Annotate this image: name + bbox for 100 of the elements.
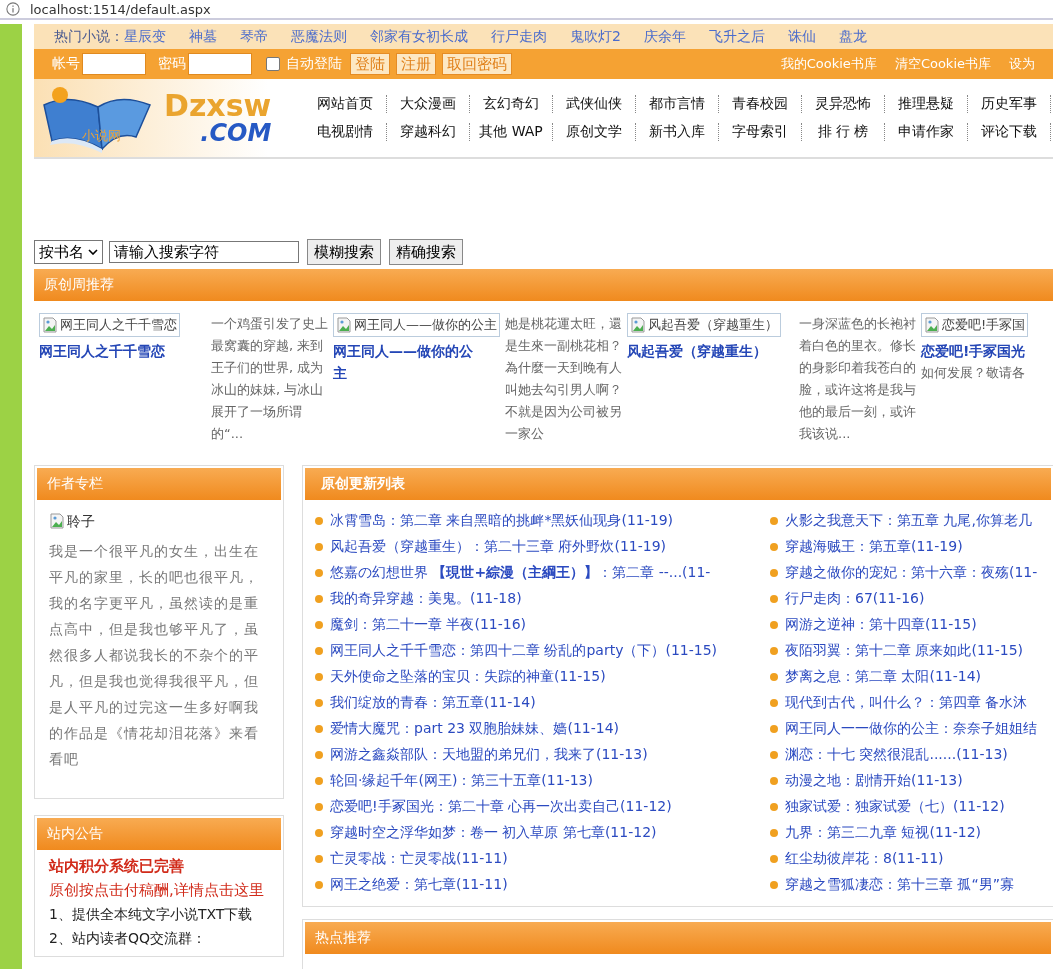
search-mode-select[interactable]: 按书名 (34, 240, 103, 264)
account-field[interactable] (82, 53, 146, 75)
book-cover-placeholder[interactable]: 网王同人之千千雪恋 (39, 313, 180, 337)
update-link[interactable]: 魔剑：第二十一章 半夜(11-16) (330, 616, 527, 634)
section-header: 站内公告 (37, 818, 281, 850)
bullet-icon (770, 647, 778, 655)
book-title-link[interactable]: 风起吾爱（穿越重生） (627, 340, 777, 362)
nav-link[interactable]: 评论下载 (981, 123, 1037, 141)
bullet-icon (315, 543, 323, 551)
book-cover-placeholder[interactable]: 网王同人——做你的公主 (333, 313, 500, 337)
book-title-link[interactable]: 网王同人之千千雪恋 (39, 340, 189, 362)
bullet-icon (315, 621, 323, 629)
section-header: 作者专栏 (37, 468, 281, 500)
search-field[interactable]: 请输入搜索字符 (109, 241, 299, 263)
novel-link[interactable]: 行尸走肉 (491, 27, 547, 46)
section-header: 热点推荐 (305, 922, 1051, 954)
section-header: 原创周推荐 (34, 269, 1053, 301)
novel-link[interactable]: 鬼吹灯2 (570, 27, 621, 46)
update-link[interactable]: 行尸走肉：67(11-16) (785, 590, 925, 608)
nav-link[interactable]: 排 行 榜 (817, 123, 869, 141)
nav-link[interactable]: 网站首页 (317, 95, 373, 113)
update-link[interactable]: 冰霄雪岛：第二章 来自黑暗的挑衅*黑妖仙现身(11-19) (330, 512, 674, 530)
update-link[interactable]: 天外使命之坠落的宝贝：失踪的神童(11-15) (330, 668, 606, 686)
update-link[interactable]: 独家试爱：独家试爱（七）(11-12) (785, 798, 1005, 816)
auto-login-checkbox[interactable] (266, 57, 280, 71)
update-link[interactable]: 我的奇异穿越：美鬼。(11-18) (330, 590, 522, 608)
info-icon[interactable] (6, 2, 20, 16)
novel-link[interactable]: 盘龙 (838, 27, 867, 46)
update-link[interactable]: 我们绽放的青春：第五章(11-14) (330, 694, 536, 712)
book-cover-placeholder[interactable]: 恋爱吧!手冢国 (921, 313, 1029, 337)
update-link[interactable]: 网王同人一一做你的公主：奈奈子姐姐结 (785, 720, 1037, 738)
update-link[interactable]: 网游之鑫焱部队：天地盟的弟兄们，我来了(11-13) (330, 746, 648, 764)
bullet-icon (770, 569, 778, 577)
update-link[interactable]: 渊恋：十七 突然很混乱......(11-13) (785, 746, 1008, 764)
nav-link[interactable]: 都市言情 (649, 95, 705, 113)
nav-link[interactable]: 灵异恐怖 (815, 95, 871, 113)
nav-link[interactable]: 穿越科幻 (400, 123, 456, 141)
bullet-icon (315, 751, 323, 759)
logo-domain[interactable]: .COM (200, 121, 272, 145)
novel-link[interactable]: 诛仙 (787, 27, 816, 46)
bullet-icon (315, 829, 323, 837)
bullet-icon (770, 751, 778, 759)
update-link[interactable]: 轮回·缘起千年(网王)：第三十五章(11-13) (330, 772, 593, 790)
nav-link[interactable]: 武侠仙侠 (566, 95, 622, 113)
nav-link[interactable]: 原创文学 (566, 123, 622, 141)
nav-link[interactable]: 新书入库 (649, 123, 705, 141)
password-field[interactable] (188, 53, 252, 75)
book-cover-placeholder[interactable]: 风起吾爱（穿越重生） (627, 313, 781, 337)
book-title-link[interactable]: 网王同人——做你的公主 (333, 340, 483, 384)
url-text[interactable]: localhost:1514/default.aspx (30, 1, 211, 17)
novel-link[interactable]: 神墓 (189, 27, 217, 46)
author-photo-placeholder[interactable]: 聆子 (49, 508, 95, 534)
update-link[interactable]: 九界：第三二九章 短视(11-12) (785, 824, 982, 842)
nav-link[interactable]: 电视剧情 (317, 123, 373, 141)
update-link[interactable]: 爱情大魔咒：part 23 双胞胎妹妹、嫱(11-14) (330, 720, 620, 738)
update-link[interactable]: 梦离之息：第二章 太阳(11-14) (785, 668, 982, 686)
nav-link[interactable]: 申请作家 (898, 123, 954, 141)
notice-link[interactable]: 原创按点击付稿酬,详情点击这里 (49, 878, 269, 902)
search-button[interactable]: 模糊搜索 (307, 239, 381, 265)
novel-link[interactable]: 飞升之后 (708, 27, 765, 46)
bullet-icon (315, 595, 323, 603)
update-link[interactable]: 穿越之雪狐凄恋：第十三章 孤“男”寡 (785, 876, 1014, 894)
bullet-icon (770, 881, 778, 889)
notice-text: 2、站内读者QQ交流群： (49, 929, 207, 948)
novel-link[interactable]: 庆余年 (643, 27, 686, 46)
bullet-icon (770, 673, 778, 681)
nav-link[interactable]: 青春校园 (732, 95, 788, 113)
update-link[interactable]: 穿越时空之浮华如梦：卷一 初入草原 第七章(11-12) (330, 824, 657, 842)
nav-link[interactable]: 大众漫画 (400, 95, 456, 113)
update-link[interactable]: 网王同人之千千雪恋：第四十二章 纷乱的party（下）(11-15) (330, 642, 718, 660)
update-link[interactable]: 悠嘉の幻想世界 【現世+綜漫（主綱王）】：第二章 --...(11- (330, 564, 711, 582)
update-link[interactable]: 夜陌羽翼：第十二章 原来如此(11-15) (785, 642, 1024, 660)
bullet-icon (315, 881, 323, 889)
novel-link[interactable]: 琴帝 (240, 27, 268, 46)
update-link[interactable]: 现代到古代，叫什么？：第四章 备水沐 (785, 694, 1028, 712)
nav-link[interactable]: 历史军事 (981, 95, 1037, 113)
book-title-link[interactable]: 恋爱吧!手冢国光 (921, 340, 1053, 362)
novel-link[interactable]: 星辰变 (124, 27, 166, 46)
novel-link[interactable]: 邻家有女初长成 (370, 27, 468, 46)
nav-link[interactable]: 推理悬疑 (898, 95, 954, 113)
update-link[interactable]: 火影之我意天下：第五章 九尾,你算老几 (785, 512, 1032, 530)
nav-link[interactable]: 其他 WAP (479, 123, 543, 141)
update-link[interactable]: 穿越之做你的宠妃：第十六章：夜殇(11- (785, 564, 1038, 582)
update-link[interactable]: 网王之绝爱：第七章(11-11) (330, 876, 508, 894)
update-link[interactable]: 亡灵零战：亡灵零战(11-11) (330, 850, 508, 868)
logo-tagline: 小说网 (82, 127, 121, 145)
update-link[interactable]: 恋爱吧!手冢国光：第二十章 心再一次出卖自己(11-12) (330, 798, 672, 816)
nav-link[interactable]: 玄幻奇幻 (483, 95, 539, 113)
nav-link[interactable]: 字母索引 (732, 123, 788, 141)
bullet-icon (770, 855, 778, 863)
caret-icon[interactable] (88, 249, 98, 255)
update-link[interactable]: 动漫之地：剧情开始(11-13) (785, 772, 963, 790)
update-link[interactable]: 风起吾爱（穿越重生）：第二十三章 府外野炊(11-19) (330, 538, 667, 556)
book-summary: 如何发展？敬请各 (921, 364, 1025, 382)
update-link[interactable]: 网游之逆神：第十四章(11-15) (785, 616, 977, 634)
update-link[interactable]: 穿越海贼王：第五章(11-19) (785, 538, 963, 556)
update-link[interactable]: 红尘劫彼岸花：8(11-11) (785, 850, 944, 868)
bullet-icon (770, 621, 778, 629)
search-button[interactable]: 精确搜索 (389, 239, 463, 265)
novel-link[interactable]: 恶魔法则 (291, 27, 347, 46)
